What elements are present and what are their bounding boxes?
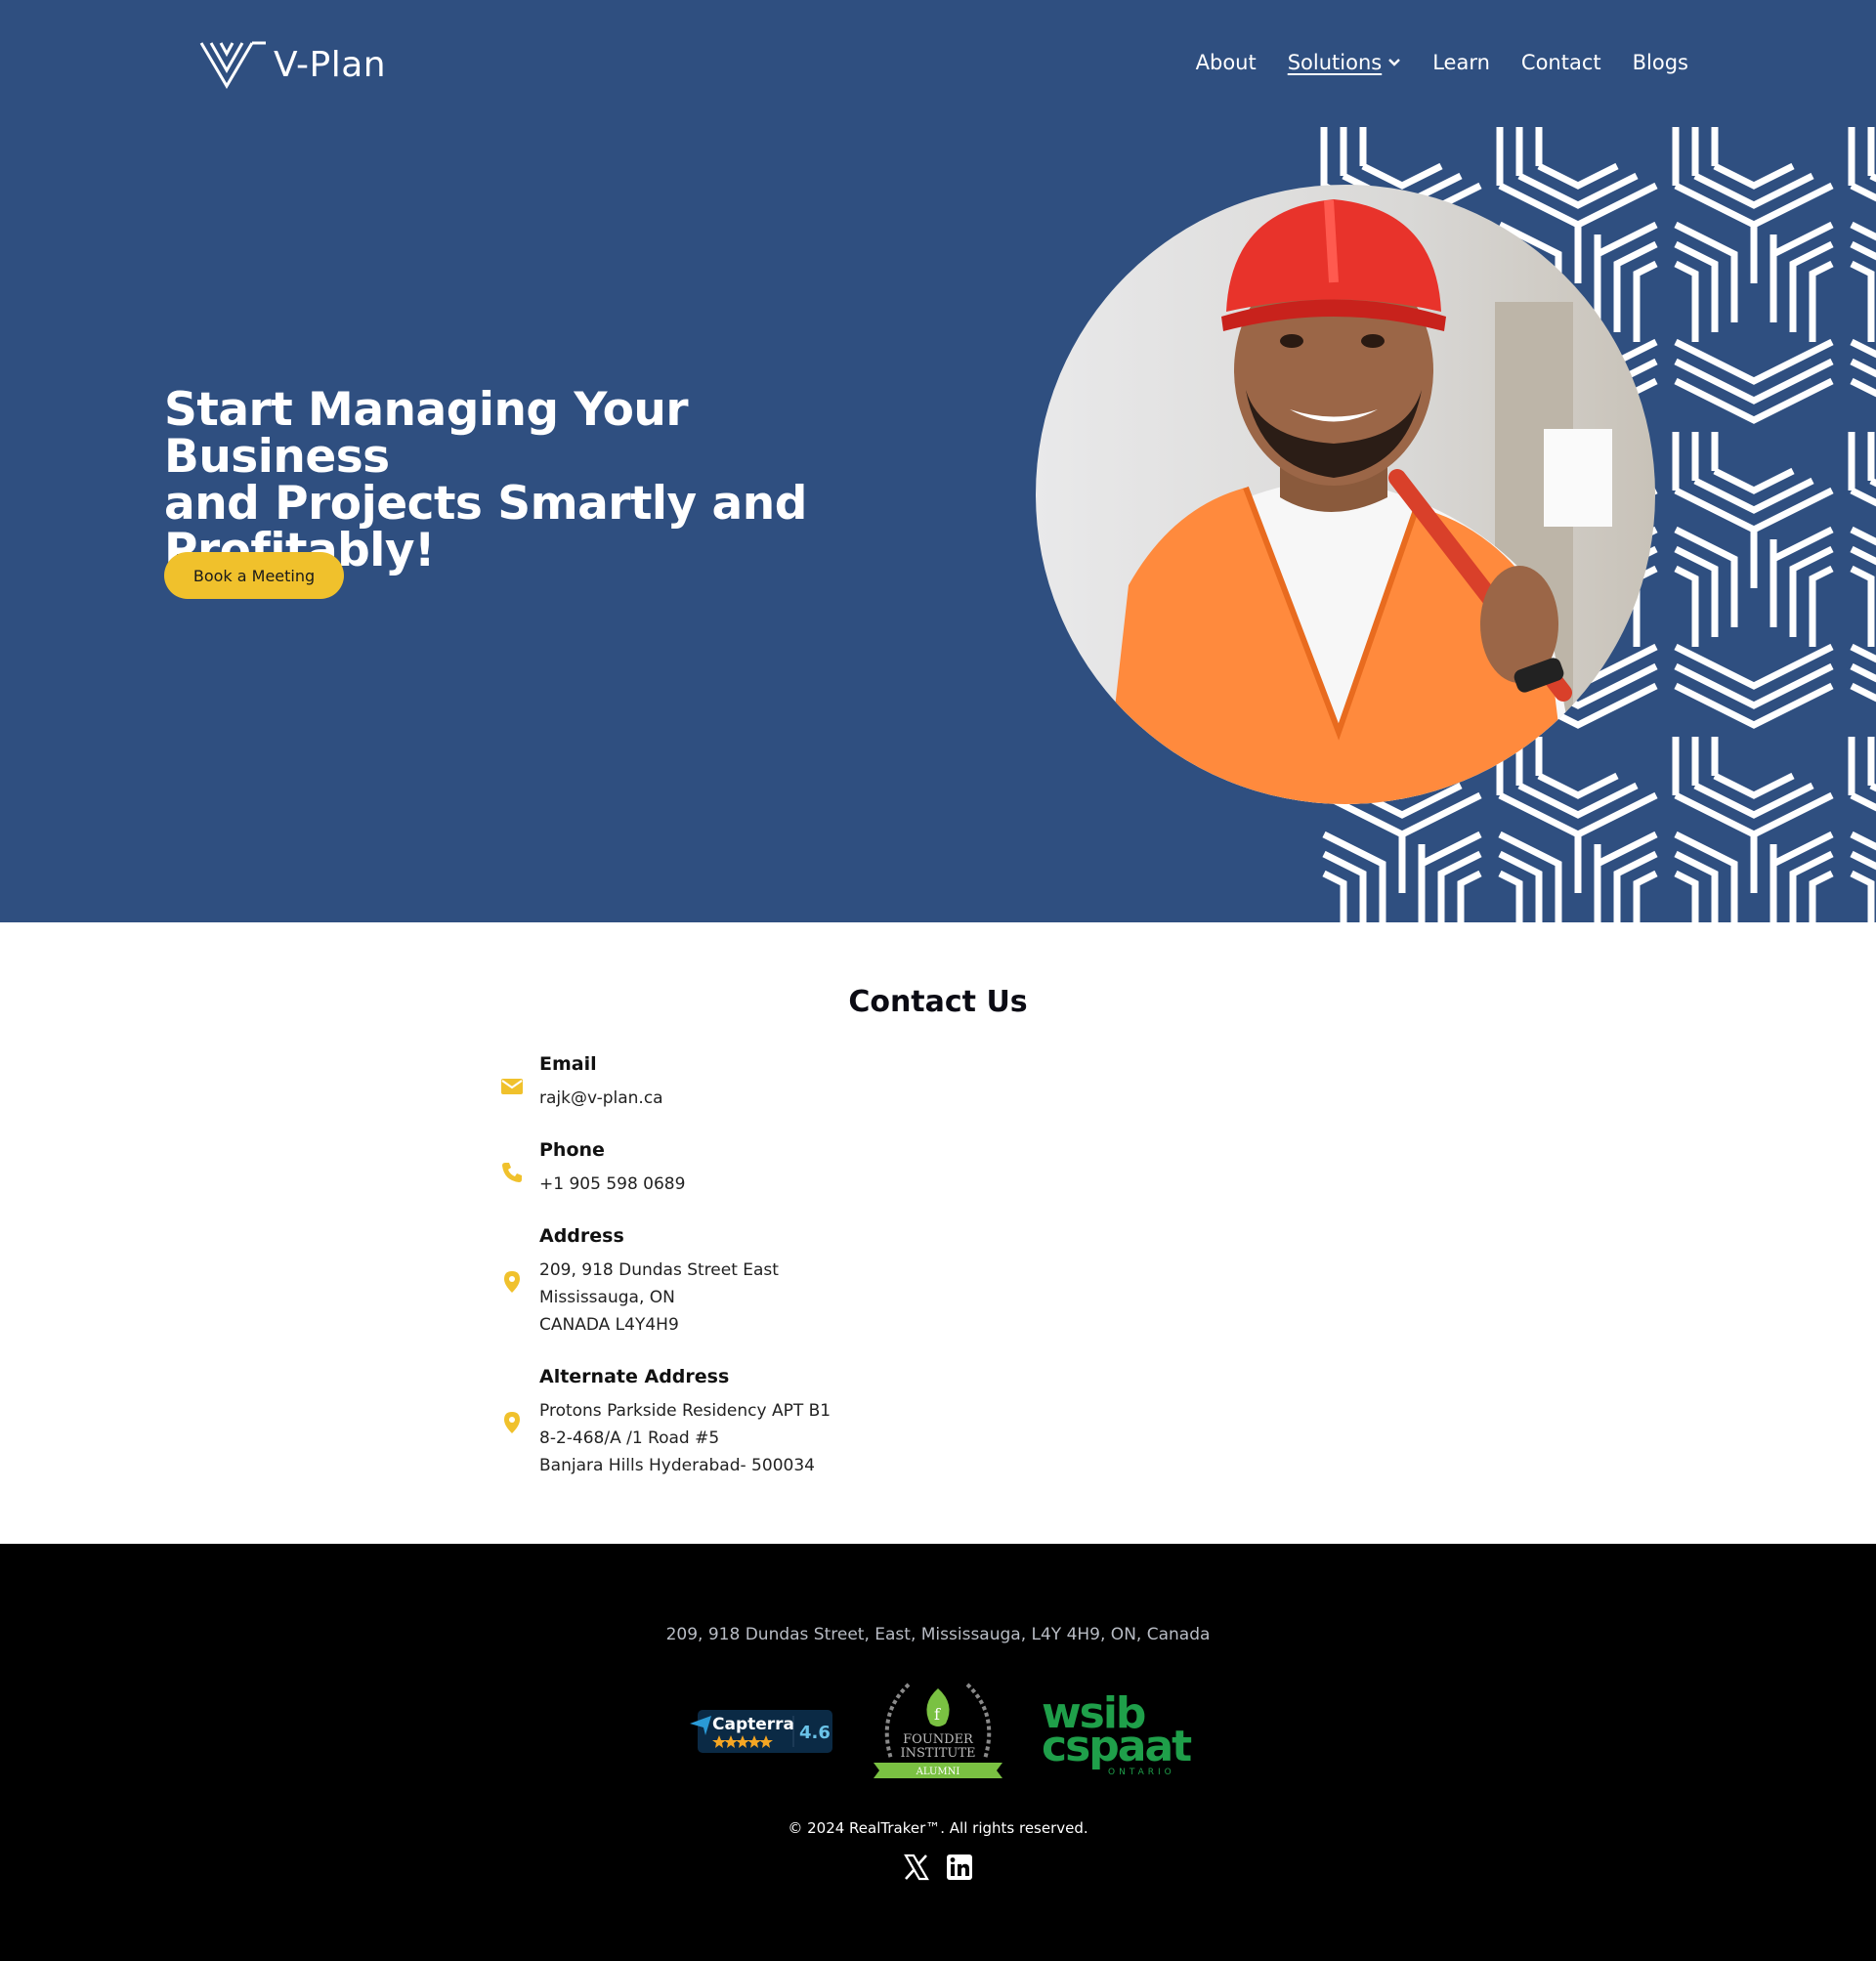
email-label: Email <box>539 1053 597 1075</box>
wsib-line-2: cspaat <box>1042 1722 1192 1771</box>
nav-blogs-label: Blogs <box>1632 51 1688 74</box>
address-label: Address <box>539 1225 624 1247</box>
nav-contact[interactable]: Contact <box>1521 51 1601 74</box>
x-icon[interactable] <box>902 1853 931 1882</box>
nav-about-label: About <box>1195 51 1257 74</box>
capterra-badge[interactable]: Capterra 4.6 <box>686 1706 834 1757</box>
email-value[interactable]: rajk@v-plan.ca <box>539 1088 663 1108</box>
nav-blogs[interactable]: Blogs <box>1633 51 1688 74</box>
hero-section: V-Plan About Solutions Learn Contact Blo… <box>0 0 1876 922</box>
alt-address-line-3: Banjara Hills Hyderabad- 500034 <box>539 1456 815 1475</box>
nav-about[interactable]: About <box>1196 51 1257 74</box>
location-pin-icon <box>504 1412 520 1433</box>
phone-label: Phone <box>539 1139 605 1161</box>
nav-solutions[interactable]: Solutions <box>1288 51 1402 74</box>
founder-ribbon: ALUMNI <box>916 1767 960 1777</box>
copyright-text: © 2024 RealTraker™. All rights reserved. <box>788 1819 1088 1837</box>
hero-worker-photo <box>1036 185 1655 804</box>
book-meeting-button[interactable]: Book a Meeting <box>164 552 344 599</box>
contact-address-block: Address 209, 918 Dundas Street East Miss… <box>500 1225 1087 1343</box>
contact-title: Contact Us <box>848 985 1028 1019</box>
v-plan-logo-icon <box>199 41 266 89</box>
nav-solutions-label: Solutions <box>1287 51 1383 74</box>
founder-line-2: INSTITUTE <box>900 1746 975 1761</box>
contact-phone-block: Phone +1 905 598 0689 <box>500 1139 1087 1208</box>
footer: 209, 918 Dundas Street, East, Mississaug… <box>0 1544 1876 1961</box>
logo[interactable]: V-Plan <box>199 39 386 90</box>
nav-learn[interactable]: Learn <box>1432 51 1490 74</box>
nav-contact-label: Contact <box>1520 51 1601 74</box>
hero-title-line-1: Start Managing Your Business <box>164 383 689 484</box>
alt-address-line-1: Protons Parkside Residency APT B1 <box>539 1401 831 1421</box>
alt-address-label: Alternate Address <box>539 1366 730 1387</box>
capterra-name: Capterra <box>712 1715 794 1734</box>
founder-line-1: FOUNDER <box>903 1732 974 1747</box>
address-line-3: CANADA L4Y4H9 <box>539 1315 679 1335</box>
phone-icon <box>502 1163 522 1182</box>
wsib-line-3: ONTARIO <box>1108 1768 1175 1776</box>
logo-text: V-Plan <box>274 44 387 85</box>
envelope-icon <box>501 1079 523 1094</box>
capterra-rating: 4.6 <box>799 1723 831 1743</box>
hero-title-line-2: and Projects Smartly and <box>164 477 807 531</box>
alt-address-line-2: 8-2-468/A /1 Road #5 <box>539 1428 720 1448</box>
main-nav: About Solutions Learn Contact Blogs <box>1196 51 1688 74</box>
contact-email-block: Email rajk@v-plan.ca <box>500 1053 1087 1122</box>
construction-worker-illustration <box>1036 185 1655 804</box>
contact-section: Contact Us Email rajk@v-plan.ca Phone +1… <box>0 922 1876 1544</box>
phone-value[interactable]: +1 905 598 0689 <box>539 1174 685 1194</box>
footer-address: 209, 918 Dundas Street, East, Mississaug… <box>665 1625 1211 1644</box>
founder-institute-badge[interactable]: f FOUNDER INSTITUTE ALUMNI <box>870 1675 1006 1788</box>
nav-learn-label: Learn <box>1432 51 1490 74</box>
location-pin-icon <box>504 1271 520 1293</box>
address-line-1: 209, 918 Dundas Street East <box>539 1260 779 1280</box>
linkedin-icon[interactable] <box>945 1853 974 1882</box>
address-line-2: Mississauga, ON <box>539 1288 675 1307</box>
chevron-down-icon <box>1388 59 1401 66</box>
hero-title: Start Managing Your Business and Project… <box>164 387 907 575</box>
contact-alt-address-block: Alternate Address Protons Parkside Resid… <box>500 1366 1087 1483</box>
wsib-badge[interactable]: wsib cspaat ONTARIO <box>1040 1688 1196 1776</box>
